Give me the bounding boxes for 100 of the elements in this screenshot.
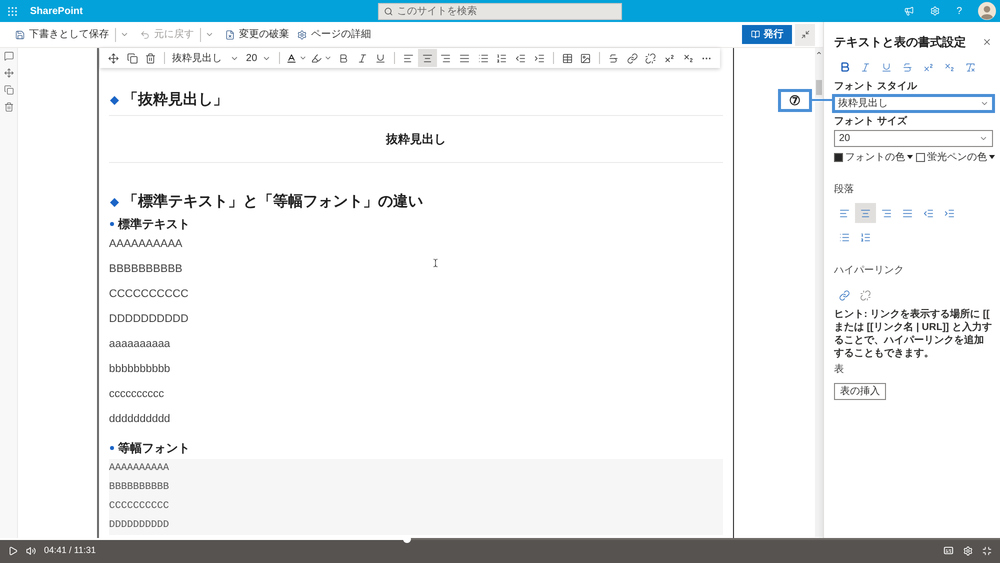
hint-text: ヒント: リンクを表示する場所に [[ または [[リンク名 | URL]] と入力することで、ハイパーリンクを追加することもできます。 bbox=[834, 308, 993, 360]
subheading: 標準テキスト bbox=[118, 216, 190, 233]
exit-fullscreen-icon[interactable] bbox=[982, 546, 992, 556]
book-icon bbox=[750, 30, 760, 39]
highlighter-icon bbox=[311, 52, 322, 64]
volume-icon[interactable] bbox=[26, 546, 36, 556]
collapse-button[interactable] bbox=[795, 24, 815, 46]
settings-icon[interactable] bbox=[963, 546, 973, 556]
increase-indent-icon bbox=[944, 208, 955, 218]
copy-icon bbox=[126, 52, 138, 64]
font-style-dropdown[interactable]: 抜粋見出し bbox=[169, 49, 242, 67]
subscript-icon bbox=[682, 52, 694, 64]
pull-quote: 抜粋見出し bbox=[386, 131, 446, 148]
decrease-indent-icon bbox=[515, 52, 526, 64]
bullet-dot-icon bbox=[110, 446, 114, 450]
align-right-icon bbox=[881, 208, 892, 218]
font-size-dropdown[interactable]: 20 bbox=[242, 49, 276, 67]
align-center-icon bbox=[860, 208, 871, 218]
section-label: 表 bbox=[834, 363, 845, 377]
command-button[interactable]: 下書きとして保存 bbox=[15, 27, 109, 42]
discard-icon bbox=[225, 30, 235, 40]
chevron-icon bbox=[324, 54, 332, 62]
collapse-icon bbox=[800, 30, 810, 39]
step-number-callout: ⑦ bbox=[778, 89, 812, 112]
subscript-icon bbox=[944, 62, 955, 72]
insert-table-button[interactable]: 表の挿入 bbox=[834, 383, 886, 400]
align-center-button[interactable] bbox=[418, 49, 437, 67]
command-button[interactable]: 変更の破棄 bbox=[225, 27, 289, 42]
chevron-icon bbox=[204, 30, 214, 39]
font-color-icon bbox=[286, 52, 298, 64]
move-icon bbox=[108, 52, 119, 64]
app-launcher-icon[interactable] bbox=[8, 6, 17, 16]
align-center-icon bbox=[422, 52, 433, 64]
play-icon[interactable] bbox=[8, 546, 18, 556]
move-icon[interactable] bbox=[4, 68, 14, 78]
section-label: 段落 bbox=[834, 183, 855, 197]
field-label: フォント サイズ bbox=[834, 115, 908, 128]
bold-icon bbox=[838, 61, 850, 73]
justify-icon bbox=[459, 52, 470, 64]
decrease-indent-icon bbox=[923, 208, 934, 218]
underline-icon bbox=[375, 52, 386, 64]
code-line: CCCCCCCCCC bbox=[109, 500, 170, 514]
callout-leader-line bbox=[812, 99, 832, 101]
color-picker-button[interactable]: 蛍光ペンの色 bbox=[916, 150, 995, 164]
progress-thumb[interactable] bbox=[403, 535, 411, 543]
italic-icon bbox=[860, 62, 871, 72]
section-heading: 「標準テキスト」と「等幅フォント」の違い bbox=[123, 193, 423, 211]
close-icon bbox=[982, 37, 992, 47]
paragraph: aaaaaaaaaa bbox=[109, 337, 170, 352]
chevron-icon bbox=[980, 99, 989, 108]
link-icon bbox=[626, 52, 638, 64]
copy-icon[interactable] bbox=[4, 85, 14, 95]
paragraph: CCCCCCCCCC bbox=[109, 287, 188, 302]
code-line: AAAAAAAAAA bbox=[109, 462, 170, 476]
unlink-icon bbox=[645, 52, 656, 64]
scrollbar-track[interactable] bbox=[815, 102, 823, 537]
delete-icon[interactable] bbox=[4, 102, 14, 112]
numbered-list-icon bbox=[496, 52, 508, 64]
caret-down-icon bbox=[907, 155, 913, 159]
subheading: 等幅フォント bbox=[118, 440, 190, 457]
image-icon bbox=[580, 52, 592, 64]
section-heading: 「抜粋見出し」 bbox=[123, 91, 228, 109]
captions-icon[interactable] bbox=[943, 545, 954, 556]
delete-icon bbox=[145, 52, 156, 64]
underline-icon bbox=[881, 62, 892, 72]
font-style-dropdown[interactable]: 抜粋見出し bbox=[832, 94, 995, 113]
playback-time: 04:41 / 11:31 bbox=[44, 544, 96, 557]
publish-button[interactable]: 発行 bbox=[742, 25, 792, 44]
table-icon bbox=[562, 52, 573, 64]
bold-icon bbox=[338, 52, 349, 64]
superscript-icon bbox=[923, 62, 934, 72]
comment-icon[interactable] bbox=[4, 51, 14, 61]
scrollbar-thumb[interactable] bbox=[816, 80, 822, 95]
paragraph: BBBBBBBBBB bbox=[109, 262, 182, 278]
undo-icon bbox=[140, 30, 150, 40]
align-left-icon bbox=[839, 208, 850, 218]
scrollbar[interactable] bbox=[815, 48, 823, 98]
section-label: ハイパーリンク bbox=[834, 264, 905, 278]
color-picker-button[interactable]: フォントの色 bbox=[834, 150, 913, 164]
numbered-list-icon bbox=[860, 232, 871, 242]
code-line: DDDDDDDDDD bbox=[109, 519, 170, 533]
font-size-dropdown[interactable]: 20 bbox=[834, 130, 993, 147]
scroll-up-icon[interactable] bbox=[816, 50, 822, 56]
justify-icon bbox=[902, 208, 913, 218]
strikethrough-icon bbox=[902, 62, 913, 72]
code-line: BBBBBBBBBB bbox=[109, 481, 170, 495]
clear-formatting-icon bbox=[965, 62, 976, 72]
command-button[interactable]: ページの詳細 bbox=[297, 27, 371, 42]
strikethrough-icon bbox=[608, 52, 619, 64]
megaphone-icon[interactable] bbox=[904, 6, 914, 16]
align-right-icon bbox=[440, 52, 452, 64]
link-icon bbox=[839, 290, 850, 300]
pane-title: テキストと表の書式設定 bbox=[834, 34, 966, 51]
avatar-icon[interactable] bbox=[978, 2, 996, 20]
chevron-icon bbox=[120, 30, 128, 39]
diamond-bullet-icon bbox=[110, 198, 119, 206]
search-field[interactable]: このサイトを検索 bbox=[378, 2, 622, 20]
italic-icon bbox=[356, 52, 368, 64]
align-left-icon bbox=[403, 52, 414, 64]
unlink-icon bbox=[860, 290, 871, 300]
